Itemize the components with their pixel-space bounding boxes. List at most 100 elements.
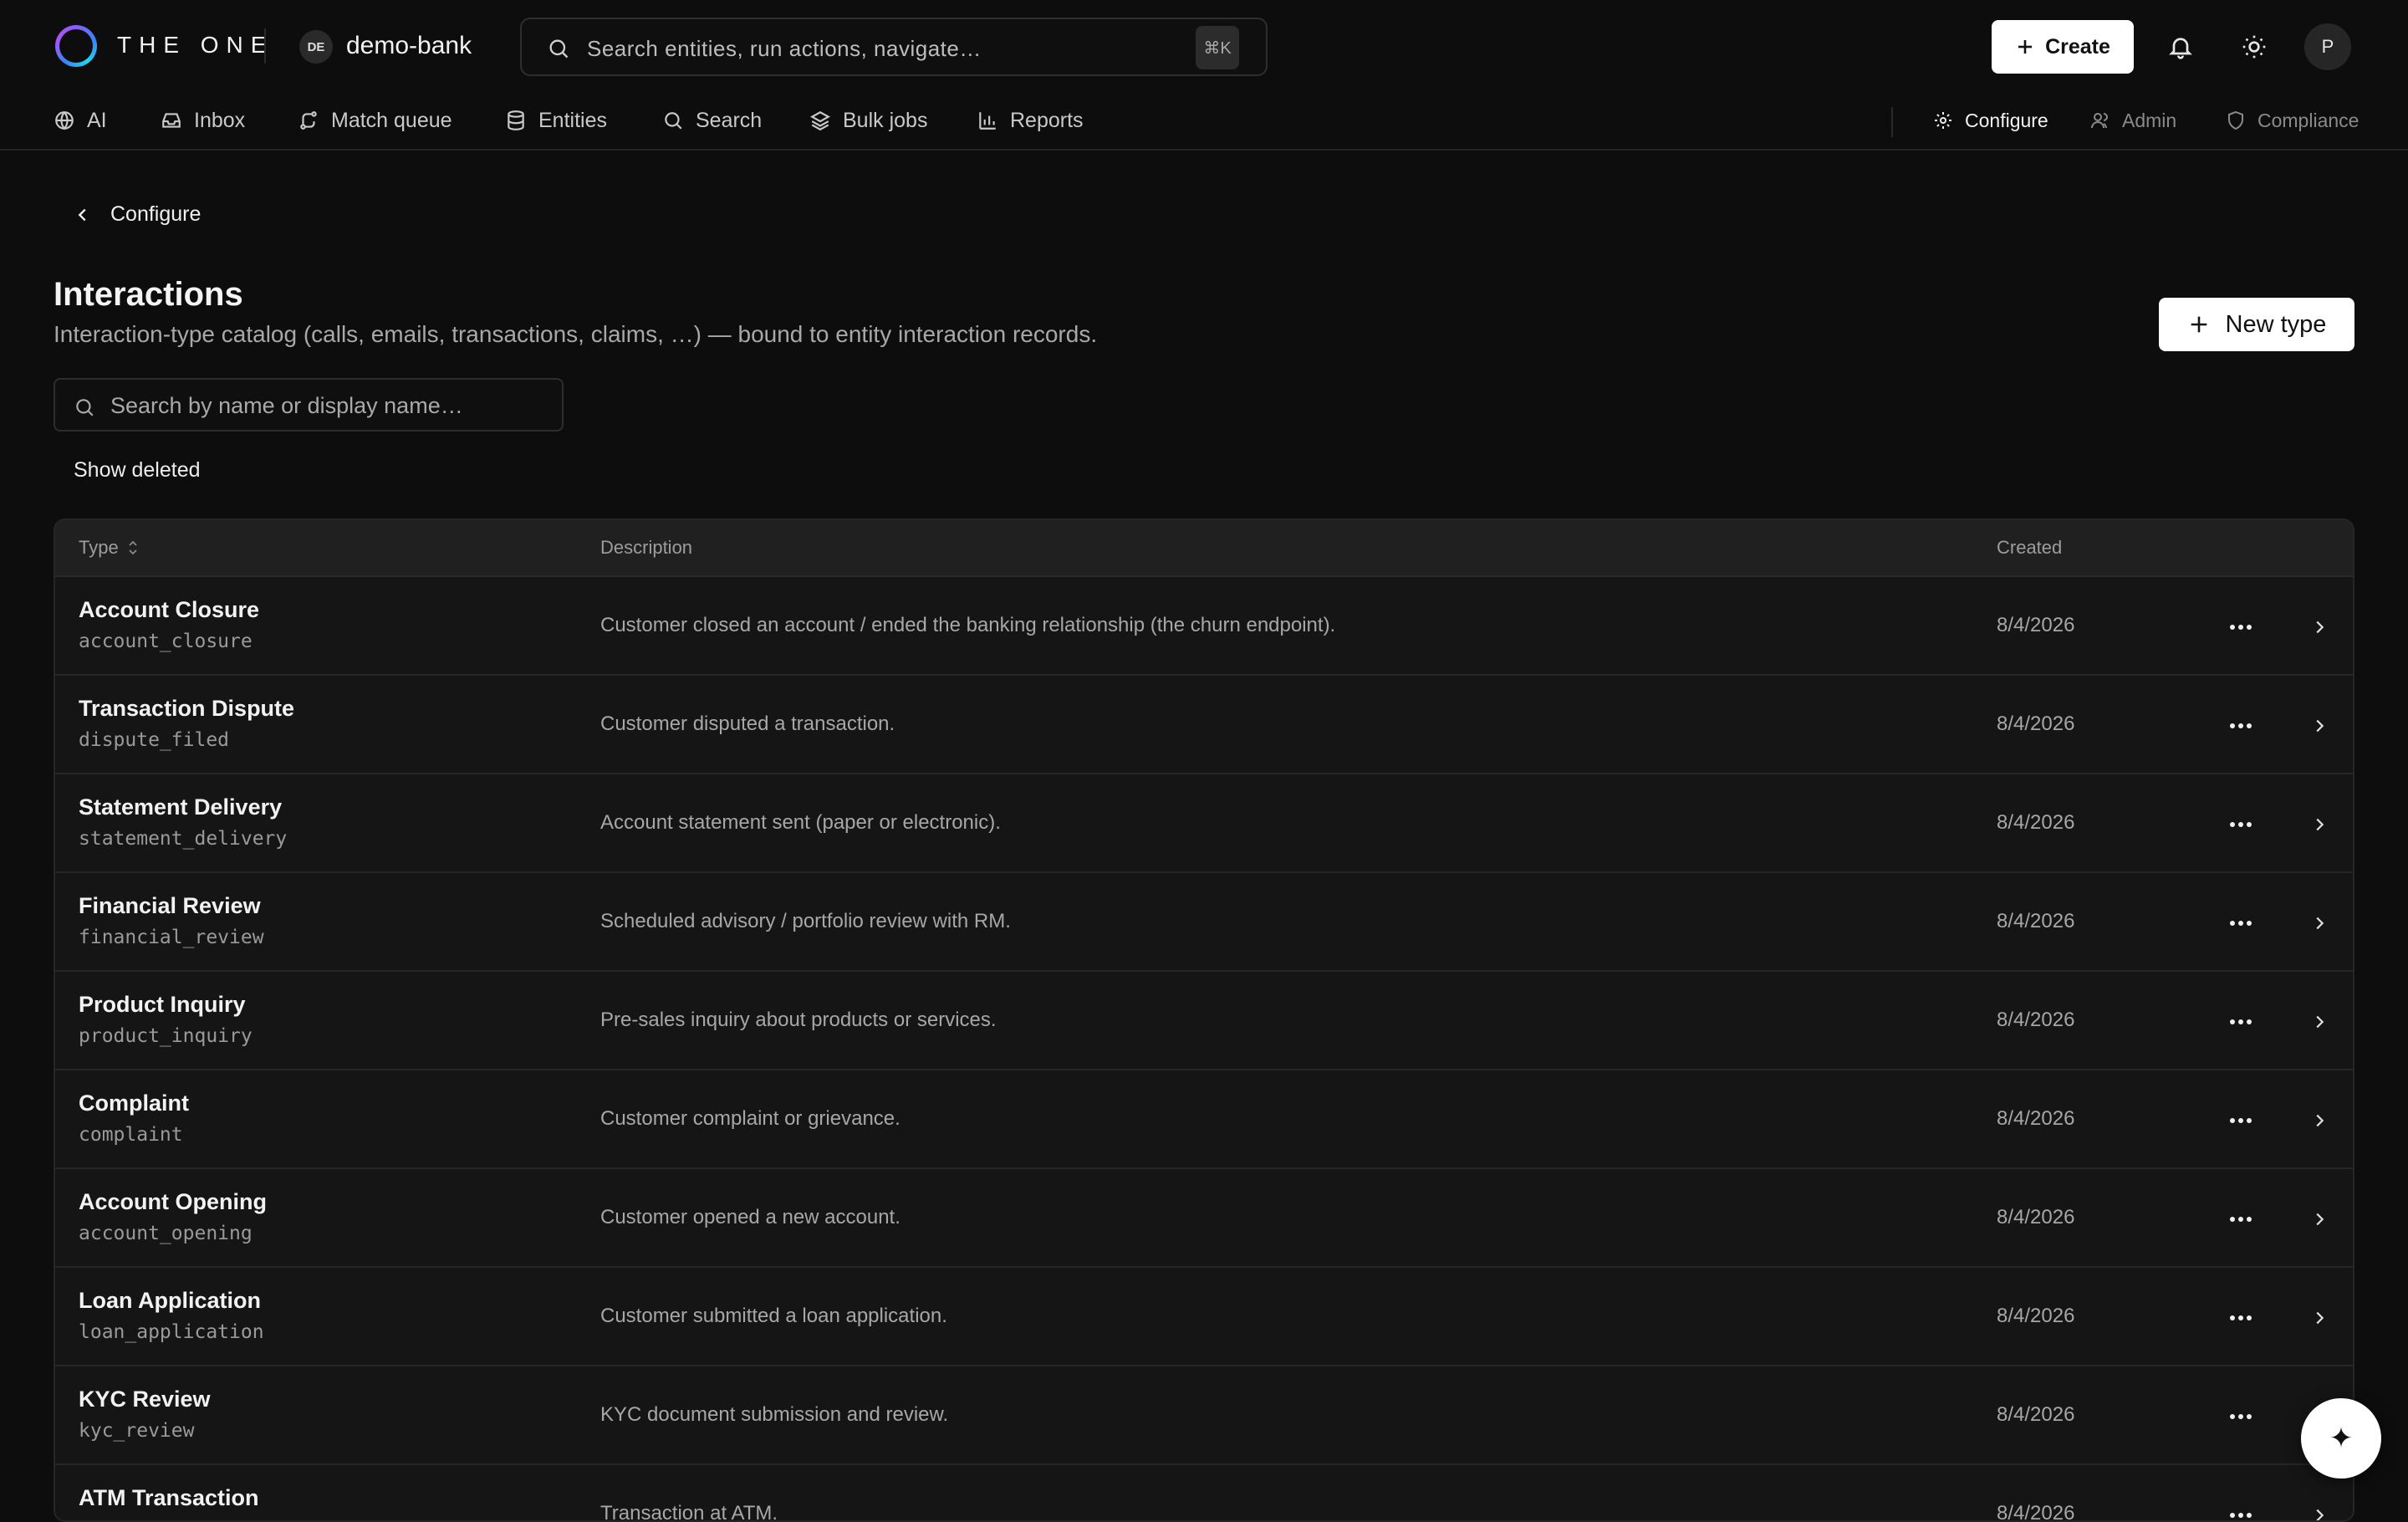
column-header-description: Description [600,537,692,559]
search-icon [665,112,682,130]
type-description: Customer submitted a loan application. [600,1305,947,1327]
nav-label: Reports [1010,108,1084,132]
nav-item-match-queue[interactable]: Match queue [298,100,452,140]
notifications-button[interactable] [2159,25,2202,69]
nav-label: Search [696,108,763,132]
row-actions-button[interactable] [2224,1400,2258,1433]
nav-divider [1891,107,1893,137]
nav-item-search[interactable]: Search [662,100,762,140]
more-horizontal-icon [2230,822,2252,827]
row-open-button[interactable] [2303,1005,2336,1039]
nav-label: Entities [538,108,607,132]
row-actions-button[interactable] [2224,808,2258,841]
type-name: Loan Application [79,1288,261,1313]
nav-label: Configure [1965,109,2048,131]
type-description: Scheduled advisory / portfolio review wi… [600,910,1011,932]
row-actions-button[interactable] [2224,1499,2258,1520]
table-row[interactable]: Account Opening account_opening Customer o… [55,1169,2353,1268]
type-description: Customer closed an account / ended the b… [600,614,1336,636]
create-button[interactable]: Create [1992,20,2134,74]
type-key: statement_delivery [79,828,288,850]
nav-item-admin[interactable]: Admin [2090,100,2176,140]
created-date: 8/4/2026 [1997,811,2075,834]
table-row[interactable]: Transaction Dispute dispute_filed Customer… [55,676,2353,774]
sparkle-icon: ✦ [2329,1422,2354,1454]
row-open-button[interactable] [2303,808,2336,841]
type-name: Statement Delivery [79,794,283,820]
row-actions-button[interactable] [2224,1005,2258,1039]
nav-item-configure[interactable]: Configure [1933,100,2048,140]
table-row[interactable]: Complaint complaint Customer complaint or … [55,1070,2353,1169]
row-open-button[interactable] [2303,1104,2336,1137]
row-open-button[interactable] [2303,1301,2336,1335]
row-open-button[interactable] [2303,709,2336,743]
row-actions-button[interactable] [2224,1104,2258,1137]
more-horizontal-icon [2230,1414,2252,1419]
type-name: KYC Review [79,1387,211,1412]
column-header-created: Created [1997,537,2062,559]
route-icon [300,111,317,130]
nav-item-compliance[interactable]: Compliance [2226,100,2359,140]
show-deleted-toggle[interactable]: Show deleted [74,458,201,483]
global-search-input[interactable]: Search entities, run actions, navigate… … [520,18,1268,76]
type-name: Complaint [79,1090,189,1116]
column-header-type[interactable]: Type [79,537,140,559]
workspace-name[interactable]: demo-bank [346,32,472,60]
chevron-right-icon [2316,621,2324,634]
row-actions-button[interactable] [2224,1301,2258,1335]
table-row[interactable]: Account Closure account_closure Customer c… [55,577,2353,676]
table-row[interactable]: Loan Application loan_application Customer… [55,1268,2353,1366]
type-description: KYC document submission and review. [600,1403,949,1426]
nav-label: Match queue [331,108,452,132]
brand-name[interactable]: THE ONE [117,32,273,59]
back-label: Configure [110,202,202,226]
type-name: Financial Review [79,893,261,918]
assistant-fab[interactable]: ✦ [2301,1398,2381,1479]
table-row[interactable]: Product Inquiry product_inquiry Pre-sales … [55,972,2353,1070]
interactions-table: Type Description Created Account Closure… [54,518,2354,1522]
created-date: 8/4/2026 [1997,1107,2075,1130]
nav-item-ai[interactable]: AI [54,100,107,140]
workspace-badge[interactable]: DE [299,30,333,64]
type-name: Product Inquiry [79,992,246,1017]
created-date: 8/4/2026 [1997,712,2075,735]
table-row[interactable]: KYC Review kyc_review KYC document submiss… [55,1366,2353,1465]
nav-item-bulk-jobs[interactable]: Bulk jobs [809,100,927,140]
created-date: 8/4/2026 [1997,1206,2075,1228]
nav-item-inbox[interactable]: Inbox [161,100,245,140]
back-link[interactable]: Configure [74,202,201,227]
table-row[interactable]: ATM Transactionatm_transactionTransactio… [55,1465,2353,1520]
row-open-button[interactable] [2303,1203,2336,1236]
inbox-icon [162,113,181,128]
chevron-right-icon [2316,1311,2324,1325]
more-horizontal-icon [2230,1217,2252,1222]
type-search-input[interactable]: Search by name or display name… [54,378,564,432]
row-actions-button[interactable] [2224,610,2258,644]
logo-icon[interactable] [55,25,97,67]
type-key: dispute_filed [79,729,230,751]
type-key: product_inquiry [79,1025,253,1047]
row-actions-button[interactable] [2224,907,2258,940]
user-avatar[interactable]: P [2304,23,2351,70]
type-key: account_opening [79,1223,253,1244]
row-open-button[interactable] [2303,610,2336,644]
sun-icon [2242,35,2266,59]
table-row[interactable]: Financial Review financial_review Schedule… [55,873,2353,972]
created-date: 8/4/2026 [1997,614,2075,636]
filter-placeholder: Search by name or display name… [110,393,463,418]
new-type-button[interactable]: New type [2159,298,2354,351]
nav-item-reports[interactable]: Reports [977,100,1084,140]
row-actions-button[interactable] [2224,1203,2258,1236]
row-actions-button[interactable] [2224,709,2258,743]
bar-chart-icon [979,112,996,130]
row-open-button[interactable] [2303,1499,2336,1520]
nav-item-entities[interactable]: Entities [505,100,607,140]
created-date: 8/4/2026 [1997,1403,2075,1426]
chevron-right-icon [2316,719,2324,733]
row-open-button[interactable] [2303,907,2336,940]
more-horizontal-icon [2230,625,2252,630]
new-type-label: New type [2225,310,2327,338]
table-row[interactable]: Statement Delivery statement_delivery Acco… [55,774,2353,873]
theme-toggle-button[interactable] [2232,25,2276,69]
nav-label: Admin [2122,109,2177,131]
